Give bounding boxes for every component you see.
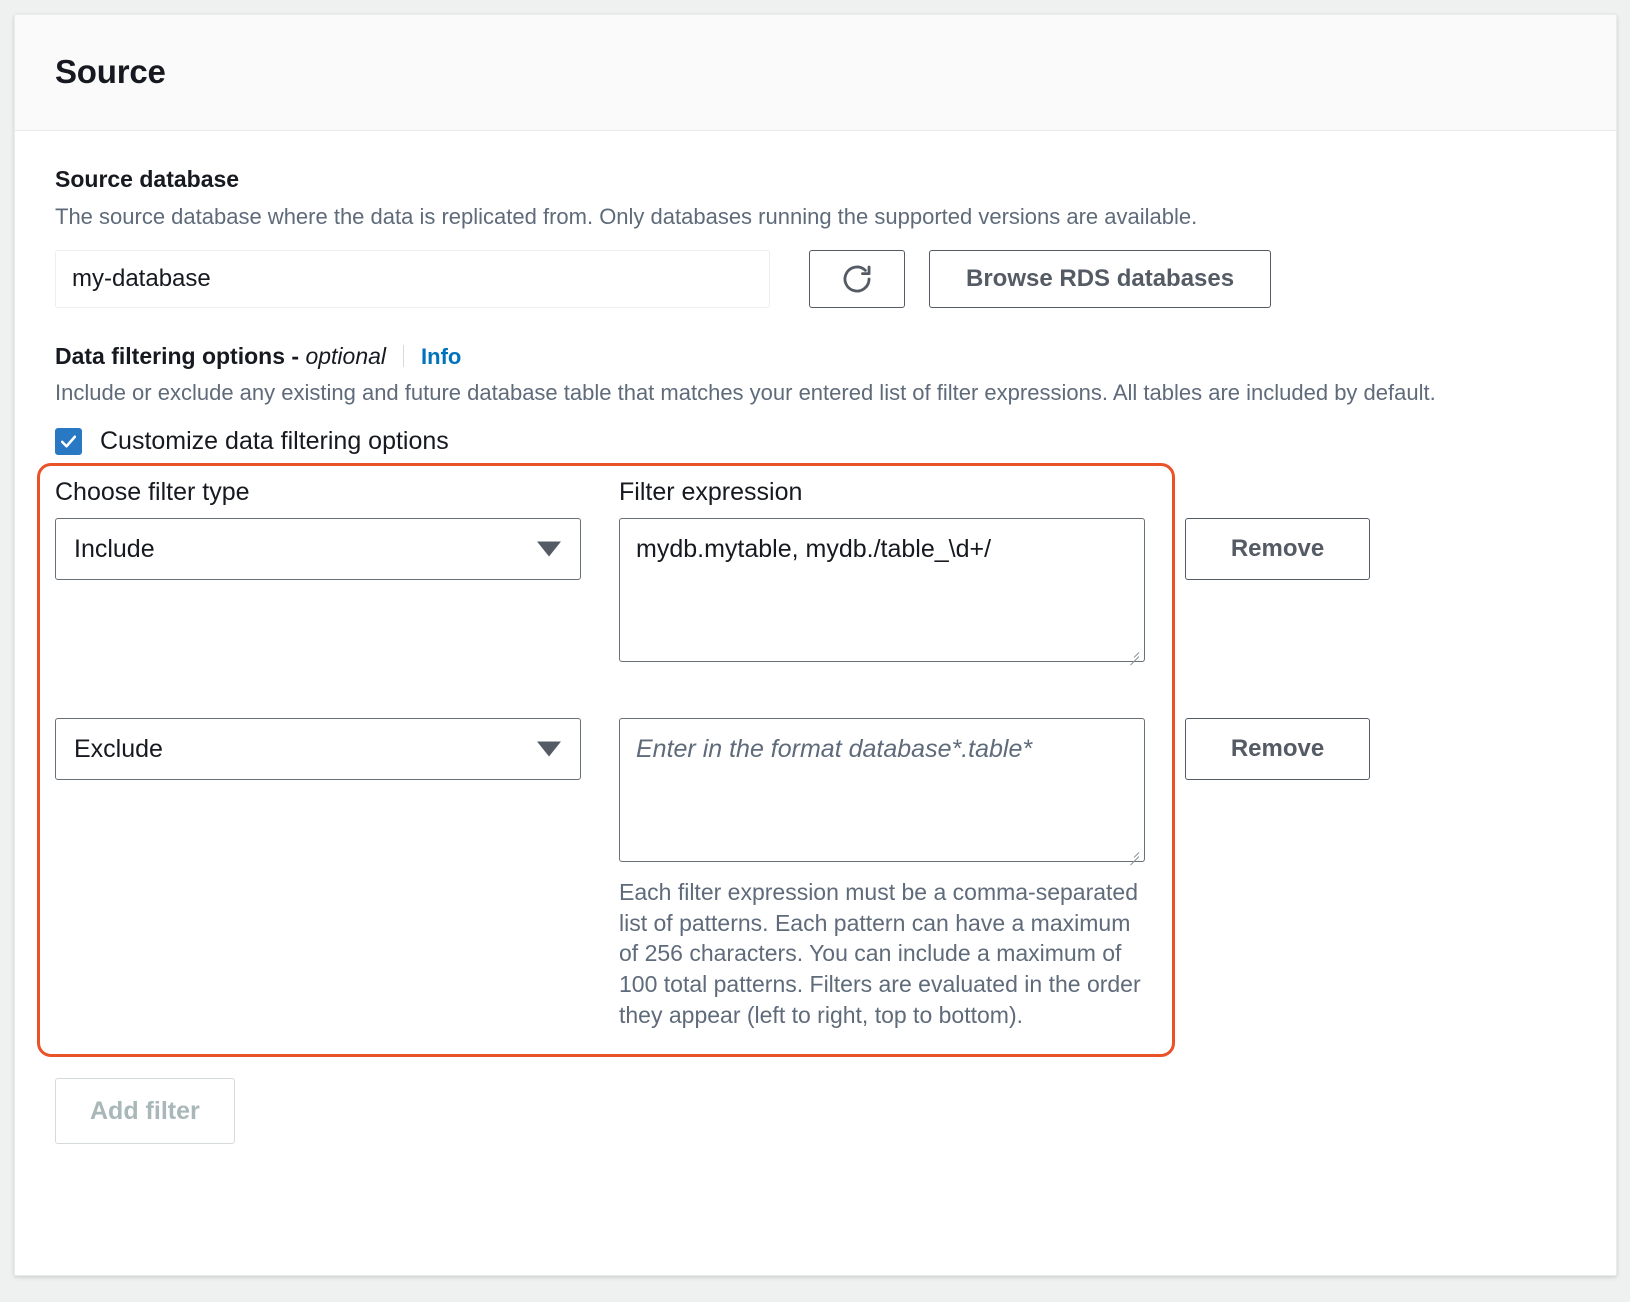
filter-expression-cell: Each filter expression must be a comma-s… — [619, 707, 1145, 1030]
row-spacer — [55, 667, 1576, 707]
check-icon — [59, 432, 78, 451]
panel-body: Source database The source database wher… — [15, 131, 1616, 1144]
filter-type-select-value-1[interactable]: Include — [55, 518, 581, 580]
data-filtering-header: Data filtering options - optional Info — [55, 342, 1576, 370]
filter-action-cell: Remove — [1185, 707, 1370, 780]
remove-filter-button-1[interactable]: Remove — [1185, 518, 1370, 580]
filter-expression-help-text: Each filter expression must be a comma-s… — [619, 877, 1145, 1030]
data-filtering-description: Include or exclude any existing and futu… — [55, 377, 1576, 408]
source-database-label: Source database — [55, 165, 1576, 194]
filters-column-headers: Choose filter type Filter expression — [55, 477, 1576, 507]
data-filtering-label-text: Data filtering options - — [55, 343, 305, 369]
actions-header-spacer — [1185, 477, 1370, 507]
filter-type-select-2[interactable]: Exclude — [55, 718, 581, 780]
filter-type-select-1[interactable]: Include — [55, 518, 581, 580]
filter-row: Include Remove — [55, 507, 1576, 667]
data-filtering-optional-text: optional — [305, 343, 386, 369]
page-title: Source — [55, 54, 166, 90]
panel-header: Source — [15, 15, 1616, 131]
filter-expression-input-2[interactable] — [619, 718, 1145, 862]
filters-region: Choose filter type Filter expression Inc… — [55, 477, 1576, 1030]
remove-filter-button-2[interactable]: Remove — [1185, 718, 1370, 780]
customize-filtering-checkbox[interactable] — [55, 428, 82, 455]
data-filtering-section: Data filtering options - optional Info I… — [55, 342, 1576, 1144]
filter-type-cell: Include — [55, 507, 581, 580]
filter-type-cell: Exclude — [55, 707, 581, 780]
browse-rds-databases-button[interactable]: Browse RDS databases — [929, 250, 1271, 308]
filter-expression-wrap-2 — [619, 718, 1145, 867]
filter-expression-input-1[interactable] — [619, 518, 1145, 662]
refresh-icon — [840, 262, 874, 296]
info-link[interactable]: Info — [421, 344, 461, 370]
filter-expression-cell — [619, 507, 1145, 667]
source-panel: Source Source database The source databa… — [14, 14, 1617, 1276]
source-database-input[interactable] — [55, 250, 770, 308]
choose-filter-type-header: Choose filter type — [55, 477, 581, 507]
filter-expression-wrap-1 — [619, 518, 1145, 667]
source-database-field: Source database The source database wher… — [55, 165, 1576, 308]
customize-filtering-checkbox-row[interactable]: Customize data filtering options — [55, 427, 1576, 456]
source-database-description: The source database where the data is re… — [55, 201, 1576, 232]
header-divider — [403, 345, 404, 367]
customize-filtering-label[interactable]: Customize data filtering options — [100, 427, 449, 456]
filter-type-select-value-2[interactable]: Exclude — [55, 718, 581, 780]
filter-action-cell: Remove — [1185, 507, 1370, 580]
data-filtering-label: Data filtering options - optional — [55, 343, 386, 370]
source-database-controls: Browse RDS databases — [55, 250, 1576, 308]
filter-row: Exclude Each filter expression must be a… — [55, 707, 1576, 1030]
refresh-button[interactable] — [809, 250, 905, 308]
add-filter-button[interactable]: Add filter — [55, 1078, 235, 1144]
add-filter-wrap: Add filter — [55, 1078, 1576, 1144]
filter-expression-header: Filter expression — [619, 477, 1145, 507]
